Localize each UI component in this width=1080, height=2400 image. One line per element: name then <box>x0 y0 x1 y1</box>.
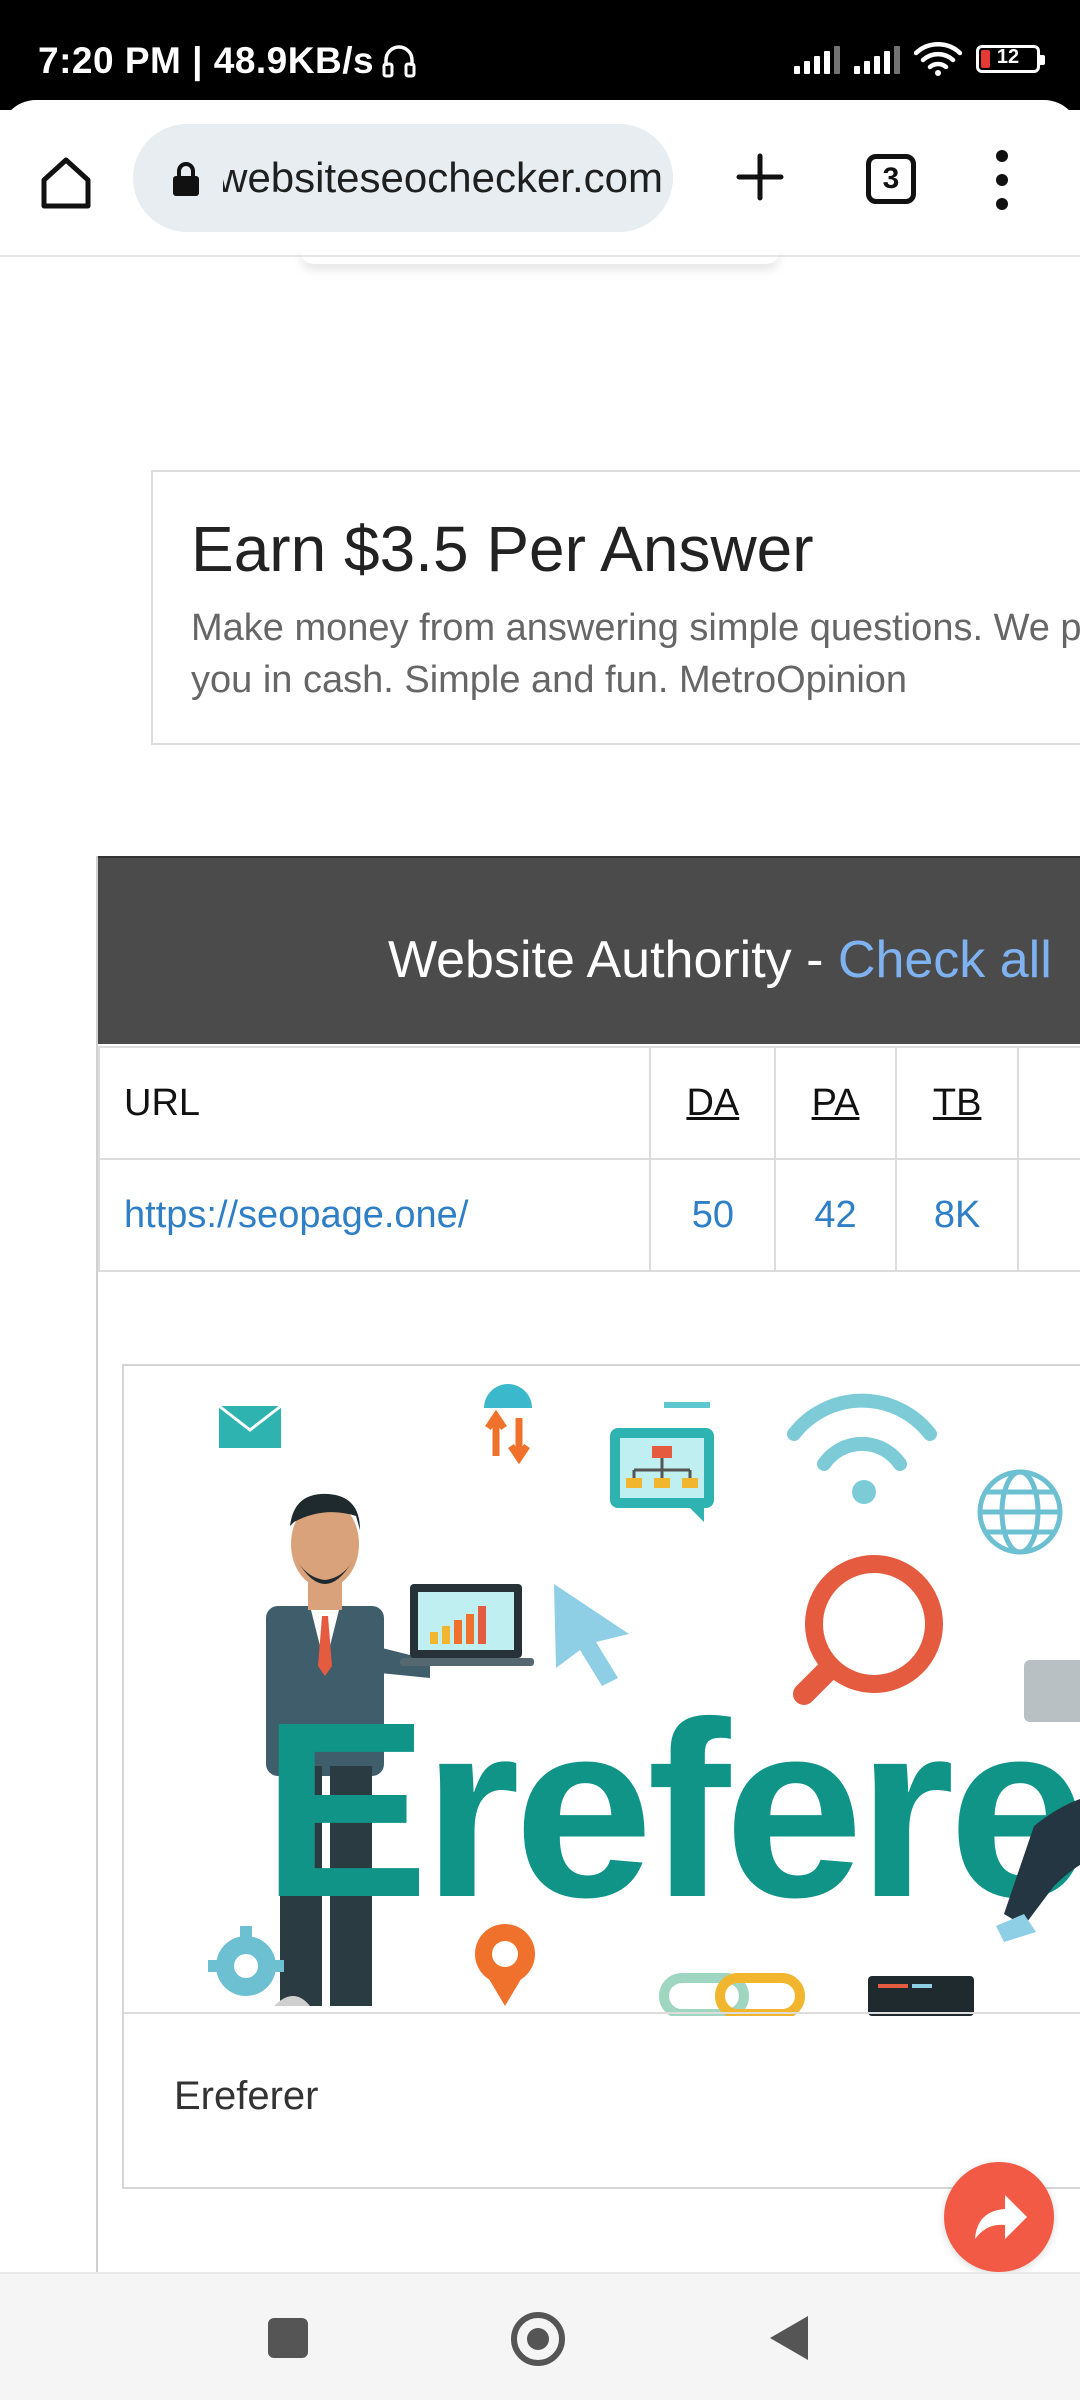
home-nav-icon[interactable] <box>511 2312 565 2366</box>
preview-caption-row: Ereferer <box>124 2012 1080 2187</box>
signal-icon <box>794 44 840 74</box>
wifi-icon <box>914 42 962 76</box>
preview-caption: Ereferer <box>174 2074 319 2118</box>
header-pa[interactable]: PA <box>774 1046 897 1160</box>
table-row: https://seopage.one/ 50 42 8K <box>97 1158 1080 1272</box>
plus-icon[interactable] <box>735 152 785 202</box>
share-icon <box>975 2195 1027 2239</box>
headset-icon <box>382 45 416 78</box>
laptop-chart-icon <box>400 1584 534 1666</box>
system-nav-bar <box>0 2272 1080 2400</box>
status-right: 12 <box>794 42 1045 76</box>
header-tb[interactable]: TB <box>894 1046 1020 1160</box>
header-da-label[interactable]: DA <box>686 1082 739 1124</box>
share-button[interactable] <box>944 2162 1054 2272</box>
wifi-illustration-icon <box>787 1393 937 1471</box>
header-next <box>1017 1046 1080 1160</box>
envelope-icon <box>218 1404 282 1448</box>
table-header-row: URL DA PA TB <box>97 1046 1080 1160</box>
lock-icon <box>173 162 199 196</box>
row-da: 50 <box>649 1158 777 1272</box>
ad-banner[interactable]: Earn $3.5 Per Answer Make money from ans… <box>151 470 1080 745</box>
check-all-link[interactable]: Check all <box>838 931 1052 989</box>
preview-image: Ereferer <box>208 1384 1080 2016</box>
authority-heading: Website Authority - Check all <box>388 930 1052 990</box>
tab-switcher-button[interactable]: 3 <box>866 154 916 204</box>
header-url-label: URL <box>124 1081 201 1124</box>
row-next <box>1017 1158 1080 1272</box>
dropdown-shadow <box>300 250 780 264</box>
url-text: websiteseochecker.com <box>223 154 663 201</box>
header-tb-label[interactable]: TB <box>933 1082 982 1124</box>
header-da[interactable]: DA <box>649 1046 777 1160</box>
row-tb: 8K <box>894 1158 1020 1272</box>
transfer-icon <box>484 1384 532 1465</box>
authority-heading-text: Website Authority - <box>388 931 838 989</box>
ad-title: Earn $3.5 Per Answer <box>191 513 814 585</box>
code-window-icon <box>868 1976 974 2016</box>
browser-toolbar: websiteseochecker.com 3 <box>0 100 1080 257</box>
header-pa-label[interactable]: PA <box>812 1082 860 1124</box>
authority-header: Website Authority - Check all <box>98 856 1080 1044</box>
row-url-cell: https://seopage.one/ <box>97 1158 652 1272</box>
row-da-value[interactable]: 50 <box>692 1194 734 1236</box>
header-url: URL <box>97 1046 652 1160</box>
back-icon[interactable] <box>770 2316 808 2360</box>
address-bar[interactable]: websiteseochecker.com <box>133 124 673 232</box>
authority-table: URL DA PA TB https://seopage.one/ 50 42 … <box>97 1046 1080 1272</box>
more-vert-icon[interactable] <box>990 150 1014 210</box>
status-time-speed: 7:20 PM | 48.9KB/s <box>38 40 375 81</box>
row-url-link[interactable]: https://seopage.one/ <box>124 1194 468 1236</box>
battery-icon: 12 <box>976 45 1045 73</box>
authority-card: Website Authority - Check all URL DA PA … <box>96 856 1080 2276</box>
sitemap-icon <box>610 1402 714 1522</box>
row-tb-value[interactable]: 8K <box>934 1194 980 1236</box>
row-pa: 42 <box>774 1158 897 1272</box>
recents-icon[interactable] <box>268 2318 308 2358</box>
status-left: 7:20 PM | 48.9KB/s <box>38 40 418 82</box>
ereferer-logo-text: Ereferer <box>262 1670 1080 1949</box>
map-pin-icon <box>475 1924 535 2006</box>
battery-level: 12 <box>996 46 1020 68</box>
link-icon <box>659 1973 805 2016</box>
row-pa-value[interactable]: 42 <box>814 1194 856 1236</box>
ad-body: Make money from answering simple questio… <box>191 607 1080 701</box>
home-icon[interactable] <box>36 152 96 212</box>
status-bar: 7:20 PM | 48.9KB/s 12 <box>0 0 1080 110</box>
signal-icon-2 <box>854 44 900 74</box>
globe-icon <box>977 1469 1063 1555</box>
preview-card[interactable]: Ereferer <box>122 1364 1080 2189</box>
